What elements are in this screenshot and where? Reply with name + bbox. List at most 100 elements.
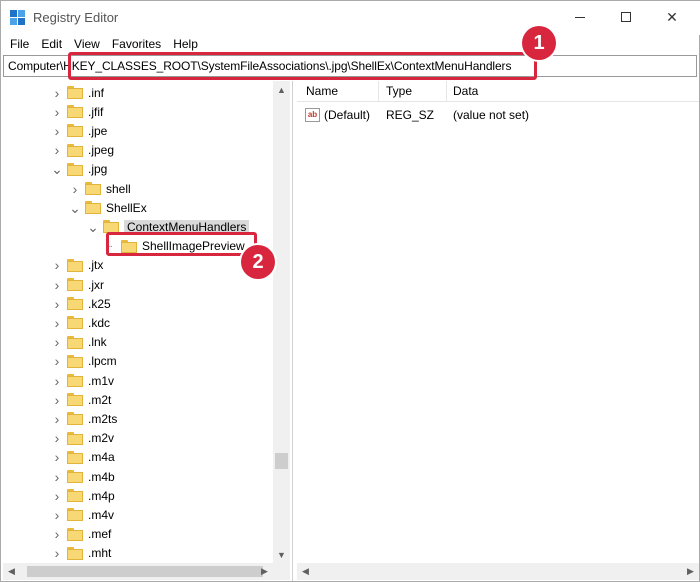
column-name[interactable]: Name [306,84,338,98]
tree-node[interactable]: › .k25 [51,294,111,313]
callout-1-badge: 1 [522,26,556,60]
tree-node-label: .jpeg [88,143,115,158]
chevron-right-icon[interactable]: › [51,470,63,484]
chevron-right-icon[interactable]: › [51,374,63,388]
chevron-right-icon[interactable]: › [51,316,63,330]
tree-node-label: .inf [88,85,105,100]
chevron-right-icon[interactable]: › [51,431,63,445]
menu-file[interactable]: File [1,35,29,53]
tree-node-label: .lpcm [88,354,117,369]
value-type: REG_SZ [386,108,435,122]
title-bar: Registry Editor ✕ [1,1,700,35]
chevron-right-icon[interactable]: › [51,124,63,138]
tree-node[interactable]: › .inf [51,83,104,102]
tree-node[interactable]: › .jxr [51,275,104,294]
folder-icon [67,412,83,426]
tree-node-label: .m1v [88,373,115,388]
tree-hscroll-thumb[interactable] [27,566,263,577]
menu-view[interactable]: View [65,35,100,53]
chevron-right-icon[interactable]: › [51,489,63,503]
tree-node[interactable]: › .jpe [51,121,108,140]
chevron-right-icon[interactable]: › [51,412,63,426]
scroll-right-icon[interactable]: ▶ [256,563,273,580]
tree-horizontal-scrollbar[interactable]: ◀ ▶ [3,563,273,580]
tree-node[interactable]: › .m4b [51,467,115,486]
callout-1-highlight [68,52,537,80]
chevron-right-icon[interactable]: › [51,143,63,157]
tree-node[interactable]: ⌄ .jpg [51,160,107,179]
folder-icon [67,105,83,119]
chevron-right-icon[interactable]: › [69,182,81,196]
tree-node[interactable]: › .m4a [51,448,115,467]
values-horizontal-scrollbar[interactable]: ◀ ▶ [297,563,699,580]
tree-node[interactable]: › .lpcm [51,352,117,371]
tree-node-label: .jpe [88,123,108,138]
maximize-button[interactable] [603,1,649,33]
tree-node[interactable]: › .jpeg [51,141,114,160]
tree-node-label: .jxr [88,277,104,292]
scroll-left-icon[interactable]: ◀ [3,563,20,580]
chevron-right-icon[interactable]: › [51,105,63,119]
tree-node[interactable]: › .mef [51,525,112,544]
tree-node[interactable]: › .kdc [51,313,110,332]
folder-icon [67,527,83,541]
folder-icon [67,316,83,330]
string-value-icon: ab [305,108,320,122]
chevron-right-icon[interactable]: › [51,527,63,541]
folder-icon [67,508,83,522]
tree-node[interactable]: › .m2t [51,390,112,409]
chevron-down-icon[interactable]: ⌄ [87,220,99,234]
tree-node-label: .kdc [88,315,111,330]
tree-node[interactable]: ⌄ ShellEx [69,198,147,217]
scroll-left-icon[interactable]: ◀ [297,563,314,580]
chevron-right-icon[interactable]: › [51,278,63,292]
tree-node[interactable]: › .m4v [51,505,114,524]
menu-help[interactable]: Help [164,35,198,53]
value-row[interactable]: ab (Default) REG_SZ (value not set) [297,105,699,125]
chevron-right-icon[interactable]: › [51,258,63,272]
column-type[interactable]: Type [386,84,412,98]
minimize-button[interactable] [557,1,603,33]
chevron-down-icon[interactable]: ⌄ [69,201,81,215]
tree-node[interactable]: › .m1v [51,371,114,390]
chevron-right-icon[interactable]: › [51,354,63,368]
scroll-right-icon[interactable]: ▶ [682,563,699,580]
folder-icon [67,86,83,99]
tree-node[interactable]: › .m4p [51,486,115,505]
tree-node[interactable]: › .lnk [51,333,107,352]
chevron-down-icon[interactable]: ⌄ [51,162,63,176]
column-divider[interactable] [378,81,379,102]
tree-vertical-scrollbar[interactable]: ▲ ▼ [273,81,290,563]
tree-node-label: .m4b [88,469,115,484]
chevron-right-icon[interactable]: › [51,86,63,100]
chevron-right-icon[interactable]: › [51,546,63,560]
menu-favorites[interactable]: Favorites [103,35,161,53]
callout-2-highlight [106,232,257,256]
tree-node[interactable]: › .m2v [51,429,114,448]
tree-scroll-thumb[interactable] [275,453,288,469]
close-icon: ✕ [666,8,678,25]
tree-node-label: .lnk [88,335,107,350]
chevron-right-icon[interactable]: › [51,450,63,464]
chevron-right-icon[interactable]: › [51,297,63,311]
chevron-right-icon[interactable]: › [51,393,63,407]
folder-icon [67,335,83,349]
chevron-right-icon[interactable]: › [51,508,63,522]
folder-icon [67,470,83,483]
tree-node-label: .jfif [88,104,104,119]
folder-icon [67,431,83,445]
tree-node[interactable]: › .m2ts [51,409,118,428]
scroll-down-icon[interactable]: ▼ [273,546,290,563]
tree-node[interactable]: › .mht [51,544,112,563]
tree-node[interactable]: › .jtx [51,256,104,275]
tree-node[interactable]: › shell [69,179,131,198]
minimize-icon [575,16,585,18]
chevron-right-icon[interactable]: › [51,335,63,349]
tree-node[interactable]: › .jfif [51,102,104,121]
close-button[interactable]: ✕ [649,1,695,33]
column-data[interactable]: Data [453,84,478,98]
registry-app-icon [10,10,26,26]
column-divider[interactable] [446,81,447,102]
scroll-up-icon[interactable]: ▲ [273,81,290,98]
menu-edit[interactable]: Edit [32,35,62,53]
